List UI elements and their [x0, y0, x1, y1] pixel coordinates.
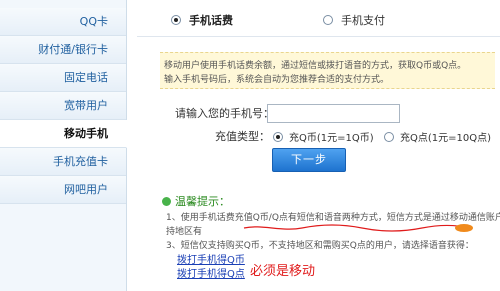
- option-q-point-label: 充Q点(1元=10Q点): [400, 133, 492, 144]
- option-q-coin-label: 充Q币(1元=1Q币): [289, 133, 374, 144]
- sidebar-item-mobile-phone[interactable]: 移动手机: [0, 120, 127, 148]
- notice-line-2: 输入手机号码后，系统会自动为您推荐合适的支付方式。: [164, 75, 390, 85]
- radio-selected-icon[interactable]: [171, 15, 181, 25]
- sidebar-item-tenpay-bank-card[interactable]: 财付通/银行卡: [0, 36, 126, 64]
- sidebar-item-landline[interactable]: 固定电话: [0, 64, 126, 92]
- radio-unselected-icon[interactable]: [384, 132, 394, 142]
- call-for-q-point-link[interactable]: 拨打手机得Q点: [177, 265, 245, 280]
- tab-divider: [137, 36, 500, 37]
- tip-line-3: 3、短信仅支持购买Q币，不支持地区和需购买Q点的用户，请选择语音获得：: [166, 241, 474, 251]
- sidebar-item-qq-card[interactable]: QQ卡: [0, 8, 126, 36]
- sidebar: QQ卡 财付通/银行卡 固定电话 宽带用户 移动手机 手机充值卡 网吧用户: [0, 0, 127, 291]
- phone-label: 请输入您的手机号：: [175, 107, 274, 120]
- tab-phone-bill-label: 手机话费: [189, 14, 233, 27]
- tab-phone-bill[interactable]: 手机话费: [171, 10, 233, 32]
- red-scribble-mark: [243, 224, 473, 232]
- tab-mobile-payment-label: 手机支付: [341, 14, 385, 27]
- main-panel: 手机话费 手机支付 移动用户使用手机话费余额，通过短信或拨打语音的方式，获取Q币…: [127, 0, 500, 291]
- option-q-point[interactable]: 充Q点(1元=10Q点): [384, 129, 491, 144]
- info-notice: 移动用户使用手机话费余额，通过短信或拨打语音的方式，获取Q币或Q点。 输入手机号…: [160, 52, 495, 89]
- radio-selected-icon[interactable]: [273, 132, 283, 142]
- sidebar-item-broadband[interactable]: 宽带用户: [0, 92, 126, 120]
- tip-icon: [162, 197, 171, 206]
- tip-line-1: 1、使用手机话费充值Q币/Q点有短信和语音两种方式，短信方式是通过移动通信账户: [166, 213, 500, 223]
- tab-mobile-payment[interactable]: 手机支付: [323, 10, 385, 32]
- red-annotation: 必须是移动: [250, 264, 316, 279]
- next-step-button[interactable]: 下一步: [272, 148, 346, 172]
- tips-title: 温馨提示：: [175, 195, 230, 208]
- tips-heading: 温馨提示：: [162, 193, 230, 209]
- phone-number-input[interactable]: [267, 104, 400, 123]
- tip-line-2: 持地区有: [166, 227, 203, 237]
- recharge-type-label: 充值类型：: [215, 130, 270, 143]
- notice-line-1: 移动用户使用手机话费余额，通过短信或拨打语音的方式，获取Q币或Q点。: [164, 61, 467, 71]
- option-q-coin[interactable]: 充Q币(1元=1Q币): [273, 129, 374, 144]
- sidebar-item-internet-cafe[interactable]: 网吧用户: [0, 176, 126, 204]
- call-for-q-coin-link[interactable]: 拨打手机得Q币: [177, 251, 245, 266]
- sidebar-item-phone-recharge-card[interactable]: 手机充值卡: [0, 148, 126, 176]
- radio-unselected-icon[interactable]: [323, 15, 333, 25]
